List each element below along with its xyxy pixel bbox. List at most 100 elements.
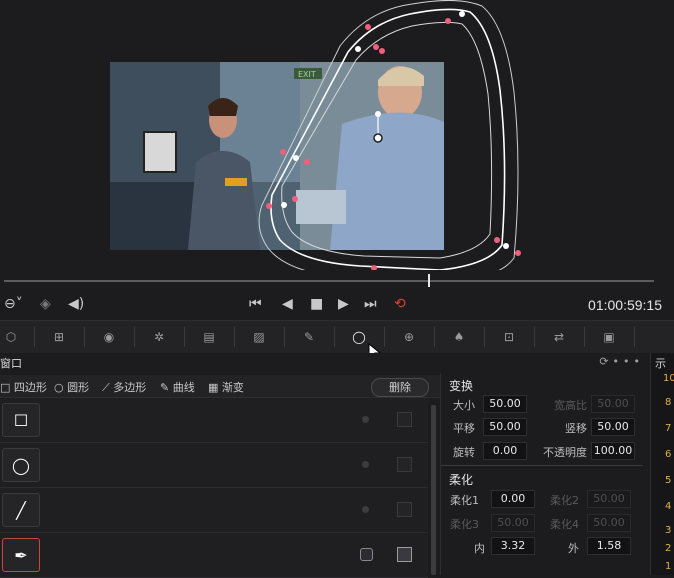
play-reverse-icon[interactable]: ◀ <box>282 296 293 312</box>
scope-tick: 4 <box>665 501 672 512</box>
scope-title: 示 <box>655 357 666 370</box>
scope-tick: 7 <box>665 423 672 434</box>
viewer: EXIT <box>0 0 674 270</box>
window-panel-header: 窗口 ⟳••• <box>0 353 650 373</box>
soft3-field[interactable]: 50.00 <box>491 514 535 532</box>
curves-3d-icon[interactable]: ⬡ <box>0 327 22 347</box>
go-to-end-icon[interactable]: ⏭ <box>364 296 377 312</box>
outside-field[interactable]: 1.58 <box>587 537 631 555</box>
reset-icon[interactable]: ⟳ <box>599 355 612 368</box>
invert-toggle[interactable] <box>360 548 373 561</box>
palette-toolbar: ⬡ ⊞ ◉ ✲ ▤ ▨ ✎ ◯ ⊕ ♠ ⊡ ⇄ ▣ <box>0 320 674 361</box>
soft1-field[interactable]: 0.00 <box>491 490 535 508</box>
invert-toggle[interactable] <box>362 461 369 468</box>
mask-toggle[interactable] <box>397 457 412 472</box>
list-scrollbar[interactable] <box>431 405 436 575</box>
pan-label: 平移 <box>453 422 475 435</box>
scope-tick: 3 <box>665 525 672 536</box>
invert-toggle[interactable] <box>362 416 369 423</box>
tilt-field[interactable]: 50.00 <box>591 418 635 436</box>
stop-icon[interactable]: ■ <box>310 296 323 312</box>
eyedropper-icon[interactable]: ✎ <box>298 327 320 347</box>
panel-title: 窗口 <box>0 357 22 370</box>
blur-icon[interactable]: ♠ <box>448 327 470 347</box>
size-field[interactable]: 50.00 <box>483 395 527 413</box>
window-shape-overlay[interactable] <box>0 0 674 270</box>
color-warper-icon[interactable]: ◉ <box>98 327 120 347</box>
transport-bar: ⊖˅ ◈ ◀) ⏮ ◀ ■ ▶ ⏭ ⟲ 01:00:59:15 <box>0 290 674 320</box>
transform-title: 变换 <box>449 379 474 393</box>
scope-tick: 8 <box>665 397 672 408</box>
layers-icon[interactable]: ◈ <box>40 296 51 312</box>
more-options-icon[interactable]: ••• <box>613 355 644 368</box>
soft4-label: 柔化4 <box>550 518 579 531</box>
opacity-field[interactable]: 100.00 <box>591 442 635 460</box>
invert-toggle[interactable] <box>362 506 369 513</box>
tracker-icon[interactable]: ⊕ <box>398 327 420 347</box>
key-icon[interactable]: ⊡ <box>498 327 520 347</box>
tab-rectangle[interactable]: □ 四边形 <box>0 379 47 395</box>
playhead[interactable] <box>428 274 430 287</box>
circle-window-icon[interactable]: ◯ <box>2 448 40 482</box>
outside-label: 外 <box>568 542 579 555</box>
rectangle-window-icon[interactable]: ☐ <box>2 403 40 437</box>
panel-header-icons: ⟳••• <box>599 355 644 368</box>
tilt-label: 竖移 <box>565 422 587 435</box>
softness-title: 柔化 <box>449 473 474 487</box>
window-row-curve[interactable]: ✒ <box>0 533 428 578</box>
scope-tick: 5 <box>665 475 672 486</box>
mask-toggle[interactable] <box>397 547 412 562</box>
scope-tick: 10 <box>663 373 674 384</box>
window-row-linear[interactable]: ╱ <box>0 488 428 533</box>
tab-gradient[interactable]: ▦ 渐变 <box>208 379 244 395</box>
rotate-field[interactable]: 0.00 <box>483 442 527 460</box>
soft1-label: 柔化1 <box>450 494 479 507</box>
scope-strip: 示 10 8 7 6 5 4 3 2 1 <box>650 353 674 575</box>
hsl-icon[interactable]: ▤ <box>198 327 220 347</box>
timeline-scrubber[interactable] <box>0 270 674 290</box>
soft3-label: 柔化3 <box>450 518 479 531</box>
go-to-start-icon[interactable]: ⏮ <box>249 296 262 312</box>
inside-field[interactable]: 3.32 <box>491 537 535 555</box>
pan-field[interactable]: 50.00 <box>483 418 527 436</box>
soft4-field[interactable]: 50.00 <box>587 514 631 532</box>
center-handle <box>373 133 383 143</box>
linear-window-icon[interactable]: ╱ <box>2 493 40 527</box>
shape-tabs: □ 四边形 ○ 圆形 ⟋ 多边形 ✎ 曲线 ▦ 渐变 删除 <box>0 375 440 398</box>
inside-label: 内 <box>474 542 485 555</box>
qualifier-icon[interactable]: ✲ <box>148 327 170 347</box>
window-list: ☐ ◯ ╱ ✒ <box>0 398 428 578</box>
scope-tick: 1 <box>665 561 672 572</box>
opacity-label: 不透明度 <box>543 446 587 459</box>
tab-curve[interactable]: ✎ 曲线 <box>160 379 195 395</box>
curves-icon[interactable]: ▨ <box>248 327 270 347</box>
scrub-track[interactable] <box>4 280 654 282</box>
window-row-circle[interactable]: ◯ <box>0 443 428 488</box>
mask-toggle[interactable] <box>397 502 412 517</box>
scope-tick: 6 <box>665 449 672 460</box>
speaker-icon[interactable]: ◀) <box>68 296 84 312</box>
mask-toggle[interactable] <box>397 412 412 427</box>
play-icon[interactable]: ▶ <box>338 296 349 312</box>
delete-button[interactable]: 删除 <box>371 378 429 397</box>
window-row-rectangle[interactable]: ☐ <box>0 398 428 443</box>
properties-panel: 变换 大小 50.00 宽高比 50.00 平移 50.00 竖移 50.00 … <box>440 373 651 575</box>
tab-polygon[interactable]: ⟋ 多边形 <box>102 379 146 395</box>
sizing-icon[interactable]: ⇄ <box>548 327 570 347</box>
soft2-field[interactable]: 50.00 <box>587 490 631 508</box>
viewer-mode-icon[interactable]: ⊖˅ <box>4 296 23 312</box>
soft2-label: 柔化2 <box>550 494 579 507</box>
section-divider <box>441 465 643 466</box>
loop-icon[interactable]: ⟲ <box>394 296 406 312</box>
timecode: 01:00:59:15 <box>588 297 662 313</box>
handle-top <box>375 111 381 117</box>
tab-circle[interactable]: ○ 圆形 <box>54 379 89 395</box>
aspect-label: 宽高比 <box>554 399 587 412</box>
curve-window-icon[interactable]: ✒ <box>2 538 40 572</box>
scope-tick: 2 <box>665 543 672 554</box>
aspect-field[interactable]: 50.00 <box>591 395 635 413</box>
size-label: 大小 <box>453 399 475 412</box>
3d-icon[interactable]: ▣ <box>598 327 620 347</box>
custom-curves-icon[interactable]: ⊞ <box>48 327 70 347</box>
rotate-label: 旋转 <box>453 446 475 459</box>
